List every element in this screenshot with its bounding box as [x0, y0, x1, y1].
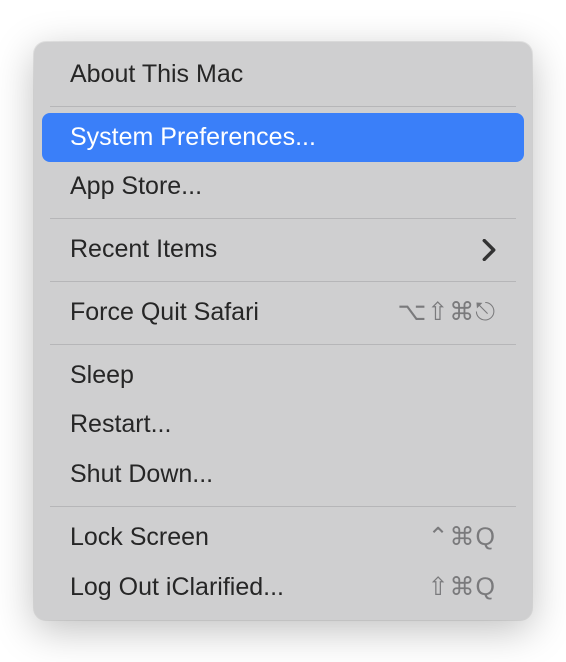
keyboard-shortcut: ⌃⌘Q — [428, 521, 496, 555]
menu-item-label: Restart... — [70, 408, 496, 442]
menu-item-log-out[interactable]: Log Out iClarified... ⇧⌘Q — [42, 563, 524, 613]
menu-item-label: Sleep — [70, 359, 496, 393]
menu-item-sleep[interactable]: Sleep — [42, 351, 524, 401]
keyboard-shortcut: ⌥⇧⌘⎋ — [397, 296, 496, 330]
menu-item-restart[interactable]: Restart... — [42, 400, 524, 450]
menu-item-about-this-mac[interactable]: About This Mac — [42, 50, 524, 100]
menu-item-label: Recent Items — [70, 233, 482, 267]
chevron-right-icon — [482, 239, 496, 261]
menu-item-label: System Preferences... — [70, 121, 496, 155]
menu-item-system-preferences[interactable]: System Preferences... — [42, 113, 524, 163]
menu-item-recent-items[interactable]: Recent Items — [42, 225, 524, 275]
menu-item-app-store[interactable]: App Store... — [42, 162, 524, 212]
apple-menu: About This Mac System Preferences... App… — [34, 42, 532, 621]
menu-item-lock-screen[interactable]: Lock Screen ⌃⌘Q — [42, 513, 524, 563]
menu-item-shut-down[interactable]: Shut Down... — [42, 450, 524, 500]
menu-item-label: Shut Down... — [70, 458, 496, 492]
menu-divider — [50, 106, 516, 107]
menu-item-label: Force Quit Safari — [70, 296, 397, 330]
menu-item-label: About This Mac — [70, 58, 496, 92]
menu-divider — [50, 281, 516, 282]
menu-divider — [50, 506, 516, 507]
menu-item-label: App Store... — [70, 170, 496, 204]
menu-item-label: Log Out iClarified... — [70, 571, 428, 605]
menu-divider — [50, 344, 516, 345]
menu-item-label: Lock Screen — [70, 521, 428, 555]
keyboard-shortcut: ⇧⌘Q — [428, 571, 496, 605]
menu-divider — [50, 218, 516, 219]
menu-item-force-quit[interactable]: Force Quit Safari ⌥⇧⌘⎋ — [42, 288, 524, 338]
